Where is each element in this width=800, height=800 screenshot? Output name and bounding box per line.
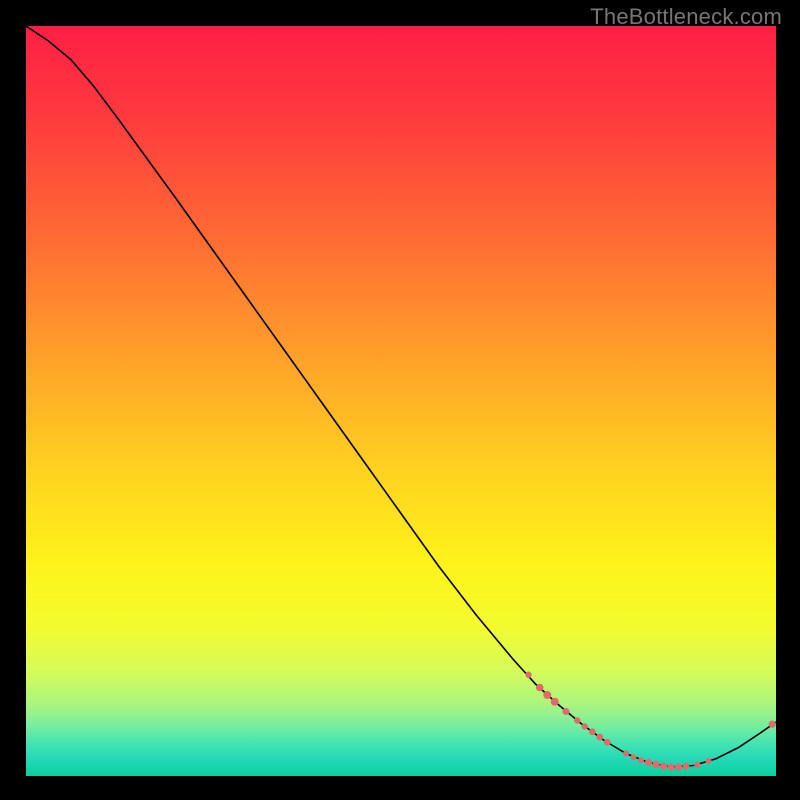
data-marker: [694, 762, 700, 768]
data-marker: [645, 759, 652, 766]
data-marker: [706, 758, 712, 764]
data-marker: [638, 757, 644, 763]
data-marker: [536, 684, 544, 692]
data-marker: [589, 728, 596, 735]
data-marker: [525, 672, 531, 678]
data-marker: [582, 723, 588, 729]
data-marker: [543, 691, 551, 699]
data-marker: [769, 721, 776, 728]
data-marker: [631, 754, 637, 760]
data-marker: [623, 751, 629, 757]
data-marker: [604, 739, 611, 746]
data-marker: [563, 708, 570, 715]
data-marker: [596, 734, 603, 741]
data-marker: [551, 698, 559, 706]
chart-canvas: TheBottleneck.com: [0, 0, 800, 800]
data-marker: [675, 763, 682, 770]
data-marker: [683, 763, 690, 770]
bottleneck-chart: [26, 26, 776, 776]
data-marker: [652, 761, 659, 768]
data-marker: [574, 717, 580, 723]
data-marker: [660, 763, 667, 770]
data-marker: [667, 763, 674, 770]
gradient-background: [26, 26, 776, 776]
